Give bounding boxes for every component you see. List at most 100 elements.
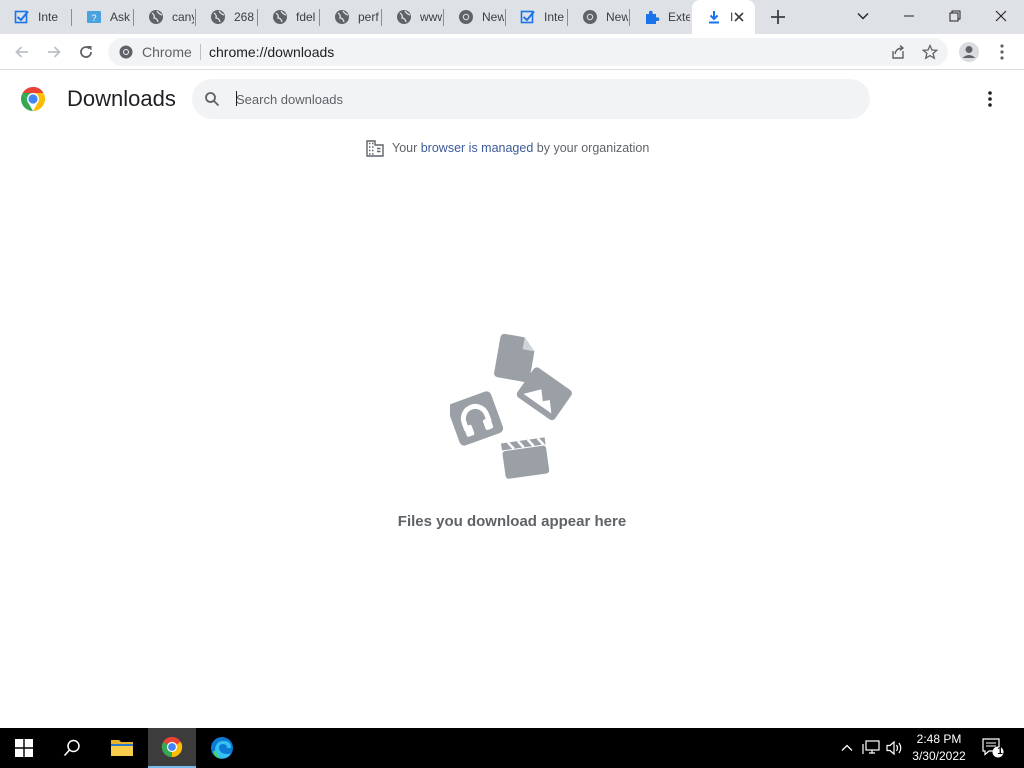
site-info-chip[interactable]: Chrome — [118, 44, 192, 60]
minimize-button[interactable] — [886, 0, 932, 32]
new-tab-button[interactable] — [766, 5, 790, 29]
avatar-icon — [959, 42, 979, 62]
share-icon[interactable] — [890, 44, 906, 60]
puzzle-icon — [644, 9, 660, 25]
empty-state-message: Files you download appear here — [397, 513, 627, 530]
tab[interactable]: perf — [320, 0, 382, 34]
network-tray-icon[interactable] — [860, 728, 882, 768]
chevron-up-icon — [841, 744, 853, 751]
checkbox-icon — [520, 9, 536, 25]
downloads-page: Downloads Your browser is managed by you… — [0, 71, 1024, 728]
search-input[interactable] — [236, 90, 836, 108]
chrome-icon — [582, 9, 598, 25]
clock-time: 2:48 PM — [916, 732, 962, 746]
globe-icon — [334, 9, 350, 25]
tab-strip: Inte ? Ask cany 268 fdel perf — [0, 0, 1024, 34]
video-icon — [501, 437, 550, 479]
managed-link[interactable]: browser is managed — [421, 141, 534, 155]
profile-avatar-button[interactable] — [958, 41, 980, 63]
site-chip-label: Chrome — [142, 44, 192, 60]
tab[interactable]: New — [568, 0, 630, 34]
kebab-menu-icon — [1000, 44, 1004, 60]
close-tab-icon[interactable] — [731, 9, 747, 25]
edge-taskbar-button[interactable] — [198, 728, 246, 768]
tab-title: Exte — [668, 10, 690, 24]
taskbar-search-button[interactable] — [48, 728, 96, 768]
tab-title: fdel — [296, 10, 316, 24]
tab-title: 268 — [234, 10, 255, 24]
tab-title: perf — [358, 10, 379, 24]
url-text[interactable]: chrome://downloads — [209, 43, 334, 61]
empty-downloads-illustration — [447, 333, 575, 482]
reload-icon — [80, 46, 92, 58]
tab-search-button[interactable] — [840, 0, 886, 32]
search-box[interactable] — [192, 79, 870, 119]
tab-title: New — [606, 10, 628, 24]
back-arrow-icon — [15, 46, 28, 58]
tab-title: www — [420, 10, 442, 24]
clock-date: 3/30/2022 — [912, 749, 966, 763]
forward-arrow-icon — [48, 46, 61, 58]
volume-tray-icon[interactable] — [884, 728, 906, 768]
tab[interactable]: Exte — [630, 0, 692, 34]
download-icon — [706, 9, 722, 25]
tab[interactable]: 268 — [196, 0, 258, 34]
managed-notice: Your browser is managed by your organiza… — [366, 139, 649, 157]
globe-icon — [272, 9, 288, 25]
tab[interactable]: Inte — [506, 0, 568, 34]
tab[interactable]: www — [382, 0, 444, 34]
chrome-menu-button[interactable] — [992, 42, 1012, 62]
restore-button[interactable] — [932, 0, 978, 32]
tab-title: Inte — [38, 10, 59, 24]
checkbox-icon — [14, 9, 30, 25]
file-explorer-button[interactable] — [98, 728, 146, 768]
start-button[interactable] — [0, 728, 48, 768]
tab[interactable]: Inte — [0, 0, 72, 34]
tab-downloads[interactable]: I — [692, 0, 755, 34]
forum-icon: ? — [86, 9, 102, 25]
reload-button[interactable] — [72, 38, 100, 66]
tab-title: New — [482, 10, 504, 24]
text-caret — [236, 91, 237, 106]
omnibox-divider — [200, 44, 201, 60]
chrome-logo-icon — [20, 86, 46, 112]
downloads-menu-button[interactable] — [980, 89, 1000, 109]
page-title: Downloads — [67, 86, 176, 111]
kebab-menu-icon — [988, 91, 992, 107]
tab[interactable]: cany — [134, 0, 196, 34]
forward-button[interactable] — [40, 38, 68, 66]
audio-icon — [447, 391, 504, 446]
tab[interactable]: ? Ask — [72, 0, 134, 34]
chrome-icon — [118, 44, 134, 60]
address-bar[interactable]: Chrome chrome://downloads — [108, 38, 948, 66]
speaker-icon — [886, 740, 902, 756]
windows-logo-icon — [15, 739, 33, 757]
chrome-icon — [458, 9, 474, 25]
edge-icon — [211, 737, 233, 759]
tab-title: Ask — [110, 10, 131, 24]
close-window-button[interactable] — [978, 0, 1024, 32]
managed-prefix: Your — [392, 141, 421, 155]
bookmark-star-icon[interactable] — [921, 43, 939, 60]
globe-icon — [210, 9, 226, 25]
managed-suffix: by your organization — [533, 141, 650, 155]
toolbar: Chrome chrome://downloads — [0, 34, 1024, 70]
chrome-icon — [161, 736, 183, 758]
notification-count-badge: 1 — [997, 746, 1003, 757]
search-icon — [204, 91, 220, 107]
taskbar-clock[interactable]: 2:48 PM 3/30/2022 — [908, 731, 970, 765]
globe-icon — [396, 9, 412, 25]
show-hidden-icons-button[interactable] — [838, 728, 856, 768]
folder-icon — [111, 740, 133, 756]
action-center-button[interactable]: 1 — [978, 728, 1008, 768]
taskbar: 2:48 PM 3/30/2022 1 — [0, 728, 1024, 768]
building-icon — [366, 139, 384, 157]
chrome-taskbar-button[interactable] — [148, 728, 196, 768]
tab-title: cany — [172, 10, 194, 24]
back-button[interactable] — [8, 38, 36, 66]
tab[interactable]: fdel — [258, 0, 320, 34]
tab[interactable]: New — [444, 0, 506, 34]
network-icon — [862, 740, 880, 754]
svg-text:?: ? — [91, 13, 96, 23]
search-icon — [63, 739, 80, 757]
